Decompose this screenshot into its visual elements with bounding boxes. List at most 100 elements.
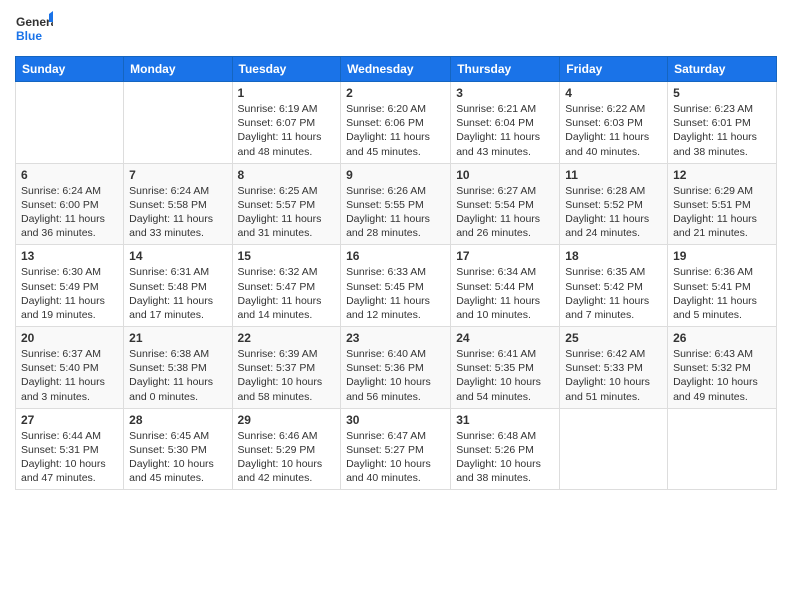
weekday-header-thursday: Thursday	[451, 57, 560, 82]
day-info: Sunrise: 6:39 AMSunset: 5:37 PMDaylight:…	[238, 348, 323, 403]
day-info: Sunrise: 6:25 AMSunset: 5:57 PMDaylight:…	[238, 185, 322, 240]
calendar-cell: 13 Sunrise: 6:30 AMSunset: 5:49 PMDaylig…	[16, 245, 124, 327]
day-info: Sunrise: 6:44 AMSunset: 5:31 PMDaylight:…	[21, 430, 106, 485]
day-number: 14	[129, 249, 226, 263]
day-info: Sunrise: 6:19 AMSunset: 6:07 PMDaylight:…	[238, 103, 322, 158]
calendar-cell	[124, 82, 232, 164]
logo-svg: General Blue	[15, 10, 53, 48]
day-number: 2	[346, 86, 445, 100]
day-number: 19	[673, 249, 771, 263]
calendar-cell	[668, 408, 777, 490]
day-number: 20	[21, 331, 118, 345]
day-info: Sunrise: 6:30 AMSunset: 5:49 PMDaylight:…	[21, 266, 105, 321]
header: General Blue	[15, 10, 777, 48]
calendar-cell: 15 Sunrise: 6:32 AMSunset: 5:47 PMDaylig…	[232, 245, 341, 327]
day-number: 15	[238, 249, 336, 263]
day-number: 13	[21, 249, 118, 263]
day-info: Sunrise: 6:48 AMSunset: 5:26 PMDaylight:…	[456, 430, 541, 485]
calendar-cell: 25 Sunrise: 6:42 AMSunset: 5:33 PMDaylig…	[560, 327, 668, 409]
day-number: 7	[129, 168, 226, 182]
calendar-cell: 22 Sunrise: 6:39 AMSunset: 5:37 PMDaylig…	[232, 327, 341, 409]
calendar-cell: 16 Sunrise: 6:33 AMSunset: 5:45 PMDaylig…	[341, 245, 451, 327]
day-info: Sunrise: 6:35 AMSunset: 5:42 PMDaylight:…	[565, 266, 649, 321]
day-info: Sunrise: 6:23 AMSunset: 6:01 PMDaylight:…	[673, 103, 757, 158]
day-info: Sunrise: 6:40 AMSunset: 5:36 PMDaylight:…	[346, 348, 431, 403]
week-row-4: 20 Sunrise: 6:37 AMSunset: 5:40 PMDaylig…	[16, 327, 777, 409]
svg-text:Blue: Blue	[16, 29, 42, 43]
day-number: 4	[565, 86, 662, 100]
day-number: 17	[456, 249, 554, 263]
weekday-header-monday: Monday	[124, 57, 232, 82]
svg-text:General: General	[16, 15, 53, 29]
day-number: 31	[456, 413, 554, 427]
calendar-cell: 4 Sunrise: 6:22 AMSunset: 6:03 PMDayligh…	[560, 82, 668, 164]
day-number: 27	[21, 413, 118, 427]
day-number: 21	[129, 331, 226, 345]
day-info: Sunrise: 6:43 AMSunset: 5:32 PMDaylight:…	[673, 348, 758, 403]
day-number: 11	[565, 168, 662, 182]
day-info: Sunrise: 6:21 AMSunset: 6:04 PMDaylight:…	[456, 103, 540, 158]
calendar-cell: 28 Sunrise: 6:45 AMSunset: 5:30 PMDaylig…	[124, 408, 232, 490]
day-info: Sunrise: 6:45 AMSunset: 5:30 PMDaylight:…	[129, 430, 214, 485]
calendar-cell: 21 Sunrise: 6:38 AMSunset: 5:38 PMDaylig…	[124, 327, 232, 409]
day-info: Sunrise: 6:41 AMSunset: 5:35 PMDaylight:…	[456, 348, 541, 403]
day-info: Sunrise: 6:22 AMSunset: 6:03 PMDaylight:…	[565, 103, 649, 158]
day-number: 25	[565, 331, 662, 345]
day-info: Sunrise: 6:29 AMSunset: 5:51 PMDaylight:…	[673, 185, 757, 240]
weekday-header-tuesday: Tuesday	[232, 57, 341, 82]
weekday-header-sunday: Sunday	[16, 57, 124, 82]
day-info: Sunrise: 6:28 AMSunset: 5:52 PMDaylight:…	[565, 185, 649, 240]
calendar-cell: 7 Sunrise: 6:24 AMSunset: 5:58 PMDayligh…	[124, 163, 232, 245]
calendar-cell: 31 Sunrise: 6:48 AMSunset: 5:26 PMDaylig…	[451, 408, 560, 490]
page: General Blue SundayMondayTuesdayWednesda…	[0, 0, 792, 612]
day-number: 5	[673, 86, 771, 100]
weekday-header-row: SundayMondayTuesdayWednesdayThursdayFrid…	[16, 57, 777, 82]
day-number: 16	[346, 249, 445, 263]
day-info: Sunrise: 6:42 AMSunset: 5:33 PMDaylight:…	[565, 348, 650, 403]
calendar-cell: 1 Sunrise: 6:19 AMSunset: 6:07 PMDayligh…	[232, 82, 341, 164]
calendar-cell: 5 Sunrise: 6:23 AMSunset: 6:01 PMDayligh…	[668, 82, 777, 164]
day-number: 23	[346, 331, 445, 345]
day-number: 22	[238, 331, 336, 345]
calendar-cell: 23 Sunrise: 6:40 AMSunset: 5:36 PMDaylig…	[341, 327, 451, 409]
day-number: 30	[346, 413, 445, 427]
calendar-cell: 8 Sunrise: 6:25 AMSunset: 5:57 PMDayligh…	[232, 163, 341, 245]
calendar-table: SundayMondayTuesdayWednesdayThursdayFrid…	[15, 56, 777, 490]
week-row-2: 6 Sunrise: 6:24 AMSunset: 6:00 PMDayligh…	[16, 163, 777, 245]
calendar-cell: 11 Sunrise: 6:28 AMSunset: 5:52 PMDaylig…	[560, 163, 668, 245]
calendar-cell	[560, 408, 668, 490]
day-info: Sunrise: 6:33 AMSunset: 5:45 PMDaylight:…	[346, 266, 430, 321]
week-row-1: 1 Sunrise: 6:19 AMSunset: 6:07 PMDayligh…	[16, 82, 777, 164]
weekday-header-saturday: Saturday	[668, 57, 777, 82]
calendar-cell: 9 Sunrise: 6:26 AMSunset: 5:55 PMDayligh…	[341, 163, 451, 245]
day-info: Sunrise: 6:26 AMSunset: 5:55 PMDaylight:…	[346, 185, 430, 240]
day-number: 1	[238, 86, 336, 100]
calendar-cell: 17 Sunrise: 6:34 AMSunset: 5:44 PMDaylig…	[451, 245, 560, 327]
day-info: Sunrise: 6:27 AMSunset: 5:54 PMDaylight:…	[456, 185, 540, 240]
calendar-cell: 6 Sunrise: 6:24 AMSunset: 6:00 PMDayligh…	[16, 163, 124, 245]
day-info: Sunrise: 6:46 AMSunset: 5:29 PMDaylight:…	[238, 430, 323, 485]
calendar-cell: 14 Sunrise: 6:31 AMSunset: 5:48 PMDaylig…	[124, 245, 232, 327]
day-number: 29	[238, 413, 336, 427]
day-info: Sunrise: 6:20 AMSunset: 6:06 PMDaylight:…	[346, 103, 430, 158]
calendar-cell: 27 Sunrise: 6:44 AMSunset: 5:31 PMDaylig…	[16, 408, 124, 490]
day-info: Sunrise: 6:24 AMSunset: 5:58 PMDaylight:…	[129, 185, 213, 240]
day-number: 8	[238, 168, 336, 182]
calendar-cell: 3 Sunrise: 6:21 AMSunset: 6:04 PMDayligh…	[451, 82, 560, 164]
day-number: 28	[129, 413, 226, 427]
weekday-header-friday: Friday	[560, 57, 668, 82]
day-number: 9	[346, 168, 445, 182]
calendar-header: SundayMondayTuesdayWednesdayThursdayFrid…	[16, 57, 777, 82]
day-info: Sunrise: 6:24 AMSunset: 6:00 PMDaylight:…	[21, 185, 105, 240]
calendar-body: 1 Sunrise: 6:19 AMSunset: 6:07 PMDayligh…	[16, 82, 777, 490]
day-info: Sunrise: 6:47 AMSunset: 5:27 PMDaylight:…	[346, 430, 431, 485]
day-info: Sunrise: 6:36 AMSunset: 5:41 PMDaylight:…	[673, 266, 757, 321]
day-number: 10	[456, 168, 554, 182]
day-number: 24	[456, 331, 554, 345]
calendar-cell	[16, 82, 124, 164]
day-info: Sunrise: 6:31 AMSunset: 5:48 PMDaylight:…	[129, 266, 213, 321]
calendar-cell: 2 Sunrise: 6:20 AMSunset: 6:06 PMDayligh…	[341, 82, 451, 164]
logo: General Blue	[15, 10, 53, 48]
calendar-cell: 26 Sunrise: 6:43 AMSunset: 5:32 PMDaylig…	[668, 327, 777, 409]
calendar-cell: 24 Sunrise: 6:41 AMSunset: 5:35 PMDaylig…	[451, 327, 560, 409]
